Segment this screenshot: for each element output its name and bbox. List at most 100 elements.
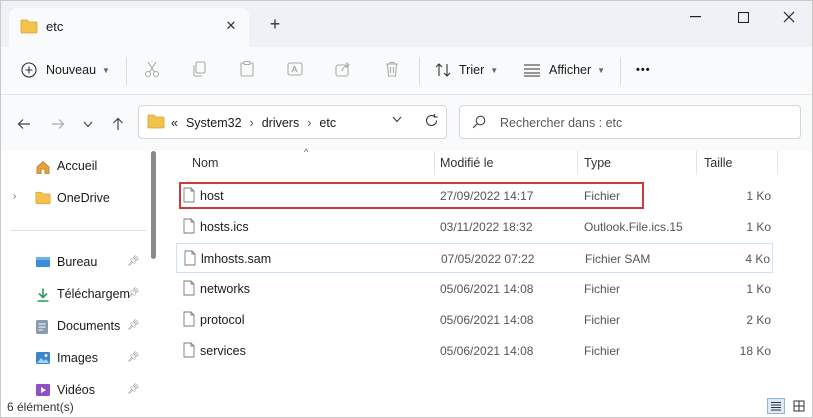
back-button[interactable] bbox=[13, 113, 35, 135]
chevron-down-icon bbox=[392, 116, 402, 123]
column-header-type[interactable]: Type bbox=[584, 156, 611, 170]
column-divider[interactable] bbox=[577, 151, 578, 175]
file-row[interactable]: protocol 05/06/2021 14:08 Fichier 2 Ko bbox=[176, 305, 773, 335]
pin-icon[interactable]: 📌︎ bbox=[127, 352, 140, 363]
recent-locations-button[interactable] bbox=[77, 113, 99, 135]
column-header-modified[interactable]: Modifié le bbox=[440, 156, 494, 170]
details-view-icon bbox=[771, 402, 781, 411]
plus-circle-icon bbox=[21, 62, 37, 78]
forward-button[interactable] bbox=[47, 113, 69, 135]
more-options-button[interactable]: ••• bbox=[636, 55, 651, 85]
file-size: 1 Ko bbox=[746, 282, 771, 296]
file-name: lmhosts.sam bbox=[201, 252, 272, 266]
file-row[interactable]: services 05/06/2021 14:08 Fichier 18 Ko bbox=[176, 336, 773, 366]
scrollbar-thumb[interactable] bbox=[151, 151, 156, 259]
sidebar-item-label: Bureau bbox=[57, 255, 98, 269]
file-size: 2 Ko bbox=[746, 313, 771, 327]
file-row[interactable]: lmhosts.sam 07/05/2022 07:22 Fichier SAM… bbox=[176, 243, 773, 273]
home-icon bbox=[35, 159, 51, 175]
share-icon[interactable] bbox=[332, 58, 354, 80]
details-view-button[interactable] bbox=[767, 398, 785, 414]
column-header-size[interactable]: Taille bbox=[704, 156, 733, 170]
file-type: Fichier bbox=[584, 282, 621, 296]
file-modified: 05/06/2021 14:08 bbox=[440, 282, 534, 296]
chevron-down-icon: ▼ bbox=[597, 65, 606, 75]
file-type: Fichier SAM bbox=[585, 252, 651, 266]
close-window-button[interactable] bbox=[766, 1, 812, 33]
sidebar-divider bbox=[11, 230, 146, 231]
rename-icon[interactable] bbox=[284, 58, 306, 80]
pin-icon[interactable]: 📌︎ bbox=[127, 256, 140, 267]
file-row[interactable]: networks 05/06/2021 14:08 Fichier 1 Ko bbox=[176, 274, 773, 304]
column-header-name[interactable]: Nom bbox=[192, 156, 218, 170]
sidebar-item-desktop[interactable]: Bureau 📌︎ bbox=[1, 250, 146, 274]
column-divider[interactable] bbox=[696, 151, 697, 175]
search-placeholder: Rechercher dans : etc bbox=[500, 116, 623, 130]
item-count: 6 élément(s) bbox=[7, 400, 74, 414]
address-history-button[interactable] bbox=[389, 115, 405, 131]
up-button[interactable] bbox=[107, 113, 129, 135]
sidebar-item-label: Documents bbox=[57, 319, 121, 333]
sidebar-scrollbar[interactable] bbox=[149, 151, 158, 396]
chevron-right-icon[interactable]: › bbox=[13, 191, 16, 202]
arrow-up-icon bbox=[113, 117, 123, 130]
breadcrumb-overflow[interactable]: « bbox=[171, 116, 178, 130]
sidebar-item-label: Accueil bbox=[57, 159, 98, 173]
tiles-view-button[interactable] bbox=[790, 398, 808, 414]
sidebar-item-label: Images bbox=[57, 351, 98, 365]
cut-icon[interactable] bbox=[141, 58, 163, 80]
pin-icon[interactable]: 📌︎ bbox=[127, 320, 140, 331]
maximize-icon bbox=[737, 11, 749, 23]
file-icon bbox=[183, 342, 195, 361]
breadcrumb-separator[interactable]: › bbox=[250, 116, 254, 130]
file-size: 1 Ko bbox=[746, 189, 771, 203]
address-bar[interactable]: « System32 › drivers › etc bbox=[138, 105, 447, 139]
column-divider[interactable] bbox=[777, 151, 778, 175]
file-name: host bbox=[200, 189, 224, 203]
divider bbox=[419, 57, 420, 85]
breadcrumb-item[interactable]: drivers bbox=[262, 116, 300, 130]
maximize-button[interactable] bbox=[720, 1, 766, 33]
breadcrumb-item[interactable]: System32 bbox=[186, 116, 242, 130]
refresh-button[interactable] bbox=[421, 113, 441, 133]
chevron-down-icon bbox=[83, 121, 93, 127]
file-type: Fichier bbox=[584, 344, 621, 358]
sidebar-item-label: OneDrive bbox=[57, 191, 110, 205]
divider bbox=[126, 57, 127, 85]
sidebar-item-images[interactable]: Images 📌︎ bbox=[1, 346, 146, 370]
file-row[interactable]: host 27/09/2022 14:17 Fichier 1 Ko bbox=[176, 181, 773, 211]
minimize-button[interactable] bbox=[672, 1, 718, 33]
file-modified: 03/11/2022 18:32 bbox=[440, 220, 533, 234]
sort-button[interactable]: Trier ▼ bbox=[434, 55, 498, 85]
folder-icon bbox=[20, 19, 38, 37]
sidebar-item-onedrive[interactable]: › OneDrive bbox=[1, 186, 146, 210]
documents-icon bbox=[35, 319, 51, 335]
close-icon bbox=[783, 11, 795, 23]
file-type: Fichier bbox=[584, 189, 621, 203]
view-button-label: Afficher bbox=[549, 63, 592, 77]
tab-close-icon[interactable]: ✕ bbox=[221, 16, 241, 36]
images-icon bbox=[35, 351, 51, 367]
delete-icon[interactable] bbox=[381, 58, 403, 80]
minimize-icon bbox=[689, 16, 701, 18]
file-modified: 05/06/2021 14:08 bbox=[440, 313, 534, 327]
search-box[interactable]: Rechercher dans : etc bbox=[459, 105, 801, 139]
breadcrumb-item[interactable]: etc bbox=[319, 116, 336, 130]
column-divider[interactable] bbox=[434, 151, 435, 175]
file-type: Fichier bbox=[584, 313, 621, 327]
copy-icon[interactable] bbox=[189, 58, 211, 80]
new-tab-button[interactable]: + bbox=[264, 13, 286, 35]
view-button[interactable]: Afficher ▼ bbox=[523, 55, 605, 85]
pin-icon[interactable]: 📌︎ bbox=[127, 384, 140, 395]
new-button[interactable]: Nouveau ▼ bbox=[21, 55, 110, 85]
pin-icon[interactable]: 📌︎ bbox=[127, 288, 140, 299]
tab-etc[interactable]: etc ✕ bbox=[9, 8, 249, 47]
tiles-view-icon bbox=[793, 400, 805, 412]
file-row[interactable]: hosts.ics 03/11/2022 18:32 Outlook.File.… bbox=[176, 212, 773, 242]
sidebar-item-documents[interactable]: Documents 📌︎ bbox=[1, 314, 146, 338]
sidebar-item-home[interactable]: Accueil bbox=[1, 154, 146, 178]
paste-icon[interactable] bbox=[236, 58, 258, 80]
sidebar-item-downloads[interactable]: Téléchargem 📌︎ bbox=[1, 282, 146, 306]
chevron-down-icon: ▼ bbox=[102, 65, 110, 75]
breadcrumb-separator[interactable]: › bbox=[307, 116, 311, 130]
